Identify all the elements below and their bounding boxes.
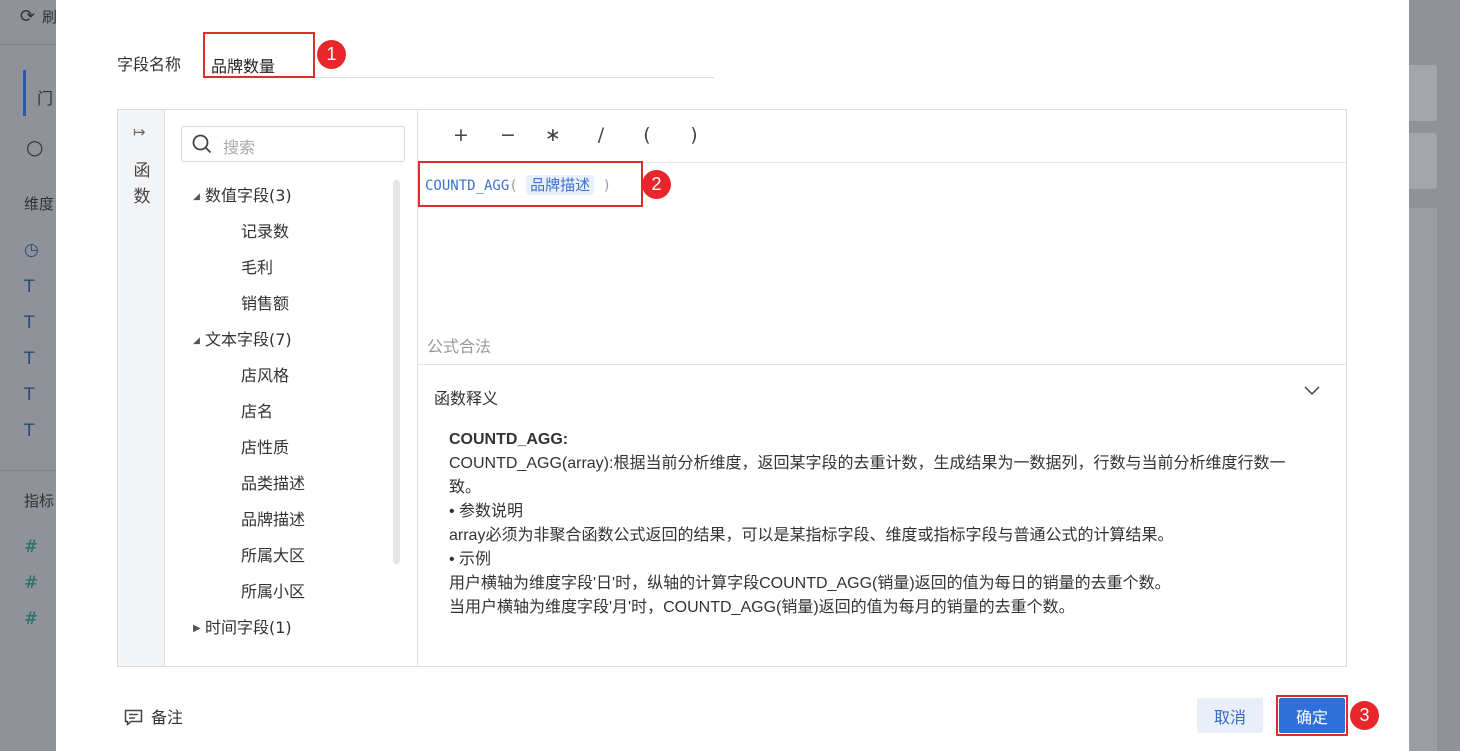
bg-panel: [1409, 208, 1437, 751]
text-type-icon: T: [24, 385, 35, 405]
bg-copy-button: [1409, 65, 1437, 121]
text-type-icon: T: [24, 277, 35, 297]
calculated-field-dialog: 字段名称 品牌数量 1 ↦ 函数 搜索 ◢ 数值字段(3) 记录数 毛利 销售额 …: [56, 0, 1409, 751]
field-item[interactable]: 品牌描述: [241, 506, 305, 530]
formula-close-paren: ): [602, 178, 612, 194]
bg-search-icon: ○: [26, 135, 44, 159]
caret-down-icon: ◢: [193, 336, 200, 346]
minus-operator-button[interactable]: −: [498, 124, 518, 146]
divide-operator-button[interactable]: /: [591, 124, 611, 146]
text-type-icon: T: [24, 421, 35, 441]
field-item[interactable]: 店风格: [241, 362, 289, 386]
refresh-icon: ⟳: [20, 6, 36, 27]
chevron-down-icon[interactable]: [1304, 383, 1320, 399]
close-paren-button[interactable]: ): [684, 124, 704, 146]
function-tab[interactable]: 函数: [132, 158, 152, 210]
note-button[interactable]: 备注: [124, 704, 183, 728]
field-name-label: 字段名称: [117, 55, 182, 74]
group-label: 文本字段(7): [205, 330, 292, 349]
text-type-icon: T: [24, 349, 35, 369]
group-text[interactable]: ◢ 文本字段(7): [193, 326, 292, 350]
bg-copy-button: [1409, 133, 1437, 189]
formula-function: COUNTD_AGG: [425, 178, 510, 194]
caret-down-icon: ◢: [193, 192, 200, 202]
formula-area: + − ∗ / ( ) COUNTD_AGG( 品牌描述 ) 公式合法 函数释义…: [418, 110, 1346, 666]
field-item[interactable]: 毛利: [241, 254, 273, 278]
formula-editor: ↦ 函数 搜索 ◢ 数值字段(3) 记录数 毛利 销售额 ◢ 文本字段(7) 店风格…: [117, 109, 1347, 667]
bg-divider: [0, 44, 56, 45]
plus-operator-button[interactable]: +: [451, 124, 471, 146]
hash-icon: #: [24, 573, 39, 593]
bg-label-measure: 指标: [24, 492, 55, 510]
field-list-scrollbar[interactable]: [393, 180, 400, 564]
bg-active-marker: [23, 70, 26, 116]
field-item[interactable]: 品类描述: [241, 470, 305, 494]
field-list-panel: 搜索 ◢ 数值字段(3) 记录数 毛利 销售额 ◢ 文本字段(7) 店风格 店名 店…: [166, 110, 418, 666]
field-search[interactable]: 搜索: [181, 126, 405, 162]
formula-field-chip[interactable]: 品牌描述: [526, 175, 595, 195]
group-label: 数值字段(3): [205, 186, 292, 205]
field-item[interactable]: 记录数: [241, 218, 289, 242]
open-paren-button[interactable]: (: [637, 124, 657, 146]
formula-input[interactable]: COUNTD_AGG( 品牌描述 ): [425, 174, 611, 195]
group-numeric[interactable]: ◢ 数值字段(3): [193, 182, 292, 206]
hash-icon: #: [24, 537, 39, 557]
field-item[interactable]: 销售额: [241, 290, 289, 314]
annotation-badge: 2: [642, 170, 671, 199]
note-icon: [124, 709, 143, 726]
background-right-panel: [1409, 0, 1460, 751]
field-name-input[interactable]: 品牌数量: [206, 48, 714, 78]
multiply-operator-button[interactable]: ∗: [543, 124, 563, 146]
bg-label-door: 门: [37, 89, 54, 108]
group-time[interactable]: ▶ 时间字段(1): [193, 614, 292, 638]
explanation-line: 用户横轴为维度字段'日'时，纵轴的计算字段COUNTD_AGG(销量)返回的值为…: [449, 575, 1171, 592]
annotation-badge: 1: [317, 40, 346, 69]
bg-divider: [0, 470, 56, 471]
function-rail: ↦ 函数: [118, 110, 165, 666]
text-type-icon: T: [24, 313, 35, 333]
field-item[interactable]: 店性质: [241, 434, 289, 458]
explanation-line: COUNTD_AGG(array):根据当前分析维度，返回某字段的去重计数，生成…: [449, 455, 1286, 496]
field-item[interactable]: 店名: [241, 398, 273, 422]
function-explanation-header[interactable]: 函数释义: [418, 364, 1346, 414]
group-label: 时间字段(1): [205, 618, 292, 637]
explanation-line: 当用户横轴为维度字段'月'时，COUNTD_AGG(销量)返回的值为每月的销量的…: [449, 599, 1075, 616]
field-item[interactable]: 所属小区: [241, 578, 305, 602]
hash-icon: #: [24, 609, 39, 629]
explanation-line: • 示例: [449, 551, 492, 568]
explanation-line: • 参数说明: [449, 503, 524, 520]
expand-arrow-icon[interactable]: ↦: [133, 123, 146, 141]
bg-label-refresh: 刷: [42, 8, 58, 26]
explanation-title: 函数释义: [434, 389, 499, 408]
annotation-badge: 3: [1350, 701, 1379, 730]
function-explanation: COUNTD_AGG: COUNTD_AGG(array):根据当前分析维度，返…: [449, 428, 1309, 620]
function-name: COUNTD_AGG:: [449, 431, 569, 448]
search-icon: [192, 134, 212, 154]
clock-icon: ◷: [24, 240, 39, 260]
field-item[interactable]: 所属大区: [241, 542, 305, 566]
cancel-button[interactable]: 取消: [1197, 698, 1263, 733]
formula-open-paren: (: [509, 178, 518, 194]
note-label: 备注: [151, 708, 184, 727]
confirm-button[interactable]: 确定: [1279, 698, 1345, 733]
search-placeholder: 搜索: [223, 138, 256, 157]
validation-status: 公式合法: [427, 337, 492, 356]
explanation-line: array必须为非聚合函数公式返回的结果，可以是某指标字段、维度或指标字段与普通…: [449, 527, 1174, 544]
caret-right-icon: ▶: [193, 623, 201, 634]
operator-toolbar: + − ∗ / ( ): [418, 110, 1346, 163]
background-sidebar: ⟳ 刷 门 ○ 维度 ◷ T T T T T 指标 # # #: [0, 0, 58, 751]
bg-label-dimension: 维度: [24, 195, 55, 213]
